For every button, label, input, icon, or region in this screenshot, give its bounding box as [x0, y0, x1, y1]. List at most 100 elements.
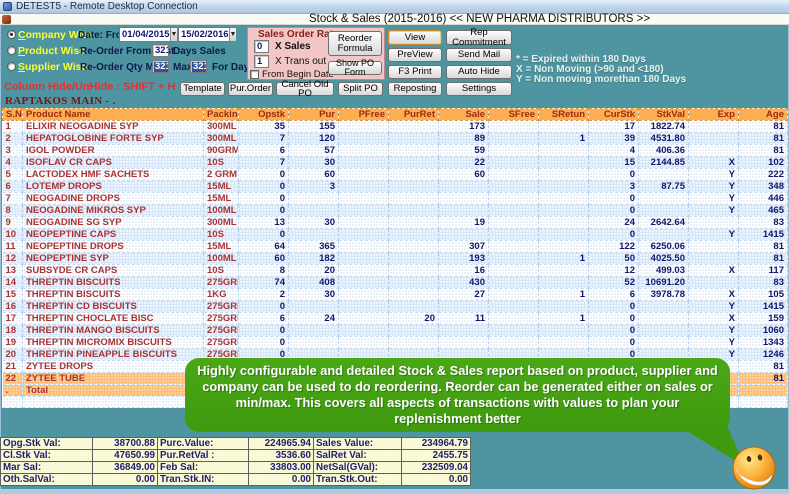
cell: X: [688, 288, 739, 301]
col-header-pfree[interactable]: PFree: [338, 108, 389, 121]
table-row[interactable]: 14THREPTIN BISCUITS275GRM74408 430 5210691…: [2, 276, 788, 289]
col-header-age[interactable]: Age: [738, 108, 788, 121]
col-header-stkval[interactable]: StkVal: [638, 108, 689, 121]
cell: [488, 228, 539, 241]
date-from-field[interactable]: 01/04/2015 ▼: [119, 27, 178, 42]
cell: 10691.20: [638, 276, 689, 289]
cell: 83: [738, 216, 788, 229]
col-header-purret[interactable]: PurRet: [388, 108, 439, 121]
summary-value: 3536.60: [248, 449, 314, 462]
col-header-s-no[interactable]: S.No: [2, 108, 23, 121]
col-header-product-name[interactable]: Product Name: [22, 108, 204, 121]
qty-max-input[interactable]: 321: [190, 60, 207, 73]
radio-product-wise-label[interactable]: Product Wise: [18, 45, 85, 57]
col-header-sretun[interactable]: SRetun: [538, 108, 589, 121]
cell: 15: [588, 156, 639, 169]
cell: [338, 228, 389, 241]
table-row[interactable]: 17THREPTIN CHOCLATE BISC275GRM624201110X…: [2, 312, 788, 325]
pur-order-button[interactable]: Pur.Order: [228, 82, 273, 96]
cell: [538, 204, 589, 217]
cell: 0: [588, 204, 639, 217]
table-row[interactable]: 19THREPTIN MICROMIX BISCUITS275GRM00Y134…: [2, 336, 788, 349]
col-header-sfree[interactable]: SFree: [488, 108, 539, 121]
cell: Y: [688, 228, 739, 241]
table-row[interactable]: 18THREPTIN MANGO BISCUITS275GRM00Y1060: [2, 324, 788, 337]
col-header-curstk[interactable]: CurStk: [588, 108, 639, 121]
cell: Y: [688, 300, 739, 313]
trans-rate-input[interactable]: 1: [254, 55, 269, 68]
cell: 5: [2, 168, 23, 181]
reorder-last-input[interactable]: 321: [152, 44, 169, 57]
send-mail-button[interactable]: Send Mail: [446, 48, 512, 62]
from-begin-date-checkbox[interactable]: [250, 70, 259, 79]
table-row[interactable]: 3 IGOL POWDER 90GRM 6 57 59 4 406.36 81: [2, 144, 788, 157]
table-row[interactable]: 16THREPTIN CD BISCUITS275GRM00Y1415: [2, 300, 788, 313]
split-po-button[interactable]: Split PO: [338, 82, 383, 96]
summary-label: Cl.Stk Val:: [0, 449, 93, 462]
table-row[interactable]: 12 NEOPEPTINE SYP 100ML 60 182 193 1 50 4025.50 8…: [2, 252, 788, 265]
legend: * = Expired within 180 Days X = Non Movin…: [516, 55, 686, 85]
cell: 222: [738, 168, 788, 181]
date-from-value: 01/04/2015: [122, 29, 170, 40]
reorder-formula-button[interactable]: Reorder Formula: [328, 31, 382, 56]
cell: 11: [2, 240, 23, 253]
cell: 465: [738, 204, 788, 217]
sales-rate-input[interactable]: 0: [254, 40, 269, 53]
table-row[interactable]: 15 THREPTIN BISCUITS 1KG 2 30 27 1 6 3978.78 X 105: [2, 288, 788, 301]
reposting-button[interactable]: Reposting: [388, 82, 442, 96]
cell: [338, 264, 389, 277]
table-row[interactable]: 11 NEOPEPTINE DROPS 15ML 64 365 307 122 6250.06…: [2, 240, 788, 253]
preview-button[interactable]: PreView: [388, 48, 442, 62]
cancel-old-po-button[interactable]: Cancel Old PO: [276, 79, 334, 98]
col-header-pur[interactable]: Pur: [288, 108, 339, 121]
col-header-exp[interactable]: Exp: [688, 108, 739, 121]
cell: [538, 120, 589, 133]
show-po-form-button[interactable]: Show PO Form: [328, 58, 382, 77]
f3-print-button[interactable]: F3 Print: [388, 65, 442, 79]
radio-supplier-wise[interactable]: [7, 62, 16, 71]
cell: [388, 216, 439, 229]
table-row[interactable]: 13 SUBSYDE CR CAPS 10S 8 20 16 12 499.03 X 117: [2, 264, 788, 277]
cell: 35: [238, 120, 289, 133]
chevron-down-icon[interactable]: ▼: [228, 28, 237, 41]
table-row[interactable]: 9 NEOGADINE SG SYP 300ML 13 30 19 24 2642.64 83: [2, 216, 788, 229]
cell: [638, 324, 689, 337]
cell: [388, 252, 439, 265]
settings-button[interactable]: Settings: [446, 82, 512, 96]
view-button[interactable]: View: [388, 30, 442, 45]
table-row[interactable]: 7 NEOGADINE DROPS 15ML 0 0 Y 446: [2, 192, 788, 205]
cell: 19: [438, 216, 489, 229]
rep-commitment-button[interactable]: Rep Commitment: [446, 28, 512, 47]
cell: 100ML: [203, 204, 239, 217]
radio-product-wise[interactable]: [7, 46, 16, 55]
col-header-packing[interactable]: Packing: [203, 108, 239, 121]
table-row[interactable]: 6 LOTEMP DROPS 15ML 0 3 3 87.75 Y 348: [2, 180, 788, 193]
cell: 4: [2, 156, 23, 169]
date-to-field[interactable]: 15/02/2016 ▼: [178, 27, 237, 42]
chevron-down-icon[interactable]: ▼: [169, 28, 178, 41]
template-button[interactable]: Template: [180, 82, 225, 96]
cell: [488, 288, 539, 301]
cell: [388, 144, 439, 157]
cell: 81: [738, 372, 788, 385]
auto-hide-button[interactable]: Auto Hide: [446, 65, 512, 79]
cell: [488, 252, 539, 265]
table-row[interactable]: 10 NEOPEPTINE CAPS 10S 0 0 Y 1415: [2, 228, 788, 241]
table-row[interactable]: 4 ISOFLAV CR CAPS 10S 7 30 22 15 2144.85 X 102: [2, 156, 788, 169]
col-header-sale[interactable]: Sale: [438, 108, 489, 121]
cell: [488, 132, 539, 145]
radio-supplier-wise-label[interactable]: Supplier Wise: [18, 61, 87, 73]
radio-company-wise[interactable]: [7, 30, 16, 39]
table-row[interactable]: 8 NEOGADINE MIKROS SYP 100ML 0 0 Y 465: [2, 204, 788, 217]
col-header-opstk[interactable]: Opstk: [238, 108, 289, 121]
cell: 30: [288, 156, 339, 169]
summary-label: Mar Sal:: [0, 461, 93, 474]
cell: [438, 192, 489, 205]
qty-min-input[interactable]: 321: [152, 60, 169, 73]
cell: [388, 264, 439, 277]
table-row[interactable]: 1 ELIXIR NEOGADINE SYP 300ML 35 155 173 17 1822…: [2, 120, 788, 133]
table-row[interactable]: 2 HEPATOGLOBINE FORTE SYP 300ML 7 120 89 1 39 45…: [2, 132, 788, 145]
table-row[interactable]: 5 LACTODEX HMF SACHETS 2 GRM 0 60 60 0 Y 222: [2, 168, 788, 181]
cell: 117: [738, 264, 788, 277]
cell: ZYTEE DROPS: [22, 360, 204, 373]
